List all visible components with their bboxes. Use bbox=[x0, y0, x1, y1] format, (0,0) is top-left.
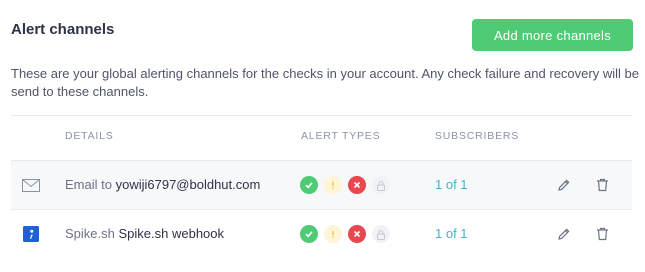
subscribers-link[interactable]: 1 of 1 bbox=[435, 226, 468, 241]
add-channels-button[interactable]: Add more channels bbox=[472, 19, 633, 51]
lock-icon bbox=[372, 225, 390, 243]
divider bbox=[11, 115, 632, 116]
subscribers-link[interactable]: 1 of 1 bbox=[435, 177, 468, 192]
edit-pencil-icon[interactable] bbox=[555, 225, 573, 243]
degraded-warning-icon[interactable] bbox=[324, 225, 342, 243]
channel-details: Email to yowiji6797@boldhut.com bbox=[65, 177, 260, 192]
channel-details: Spike.sh Spike.sh webhook bbox=[65, 226, 224, 241]
check-success-icon[interactable] bbox=[300, 225, 318, 243]
column-header-alert-types: ALERT TYPES bbox=[301, 130, 381, 142]
table-row[interactable]: Spike.sh Spike.sh webhook 1 of 1 bbox=[11, 210, 632, 258]
degraded-warning-icon[interactable] bbox=[324, 176, 342, 194]
channel-target: Spike.sh webhook bbox=[118, 226, 225, 241]
alert-types bbox=[300, 225, 390, 243]
check-success-icon[interactable] bbox=[300, 176, 318, 194]
page-title: Alert channels bbox=[11, 21, 115, 38]
failure-x-icon[interactable] bbox=[348, 176, 366, 194]
edit-pencil-icon[interactable] bbox=[555, 176, 573, 194]
lock-icon bbox=[372, 176, 390, 194]
page-description: These are your global alerting channels … bbox=[11, 66, 639, 99]
envelope-icon bbox=[22, 177, 40, 193]
column-header-details: DETAILS bbox=[65, 130, 114, 142]
channel-type-label: Spike.sh bbox=[65, 226, 115, 241]
delete-trash-icon[interactable] bbox=[593, 225, 611, 243]
spike-logo-icon bbox=[22, 226, 40, 242]
channel-target: yowiji6797@boldhut.com bbox=[115, 177, 261, 192]
delete-trash-icon[interactable] bbox=[593, 176, 611, 194]
table-row[interactable]: Email to yowiji6797@boldhut.com 1 of 1 bbox=[11, 161, 632, 209]
failure-x-icon[interactable] bbox=[348, 225, 366, 243]
alert-types bbox=[300, 176, 390, 194]
channel-type-label: Email to bbox=[65, 177, 112, 192]
column-header-subscribers: SUBSCRIBERS bbox=[435, 130, 520, 142]
